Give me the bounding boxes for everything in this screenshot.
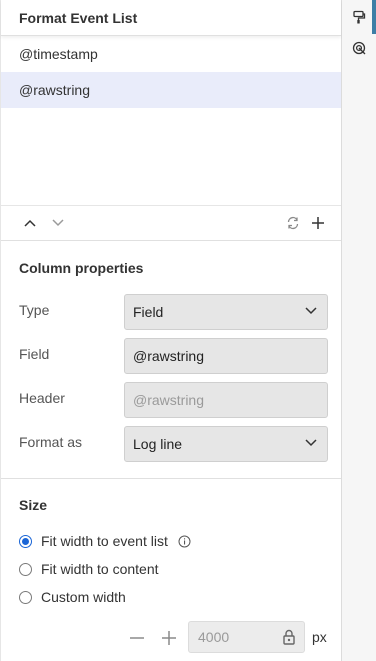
type-select[interactable]: Field xyxy=(124,294,328,330)
lock-icon[interactable] xyxy=(282,629,296,645)
radio-label: Custom width xyxy=(41,589,126,605)
radio-fit-content[interactable]: Fit width to content xyxy=(19,559,159,579)
plus-icon xyxy=(162,631,176,645)
custom-width-row: 4000 px xyxy=(1,621,341,655)
format-as-select[interactable]: Log line xyxy=(124,426,328,462)
right-icon-rail xyxy=(342,0,376,661)
radio-custom-width[interactable]: Custom width xyxy=(19,587,126,607)
field-input[interactable]: @rawstring xyxy=(124,338,328,374)
paint-format-icon xyxy=(353,10,366,24)
chevron-down-icon xyxy=(52,219,64,227)
custom-width-input[interactable]: 4000 xyxy=(188,621,305,653)
radio-fit-event-list[interactable]: Fit width to event list xyxy=(19,531,191,551)
format-as-select-value: Log line xyxy=(133,436,183,452)
decrease-width-button[interactable] xyxy=(128,629,146,647)
section-divider xyxy=(1,478,341,479)
move-up-button[interactable] xyxy=(21,214,39,232)
format-panel-tab[interactable] xyxy=(350,8,368,26)
radio-button[interactable] xyxy=(19,534,32,548)
size-title: Size xyxy=(19,497,48,513)
target-icon xyxy=(352,41,366,55)
format-as-label: Format as xyxy=(19,434,83,450)
info-icon[interactable] xyxy=(178,535,191,548)
list-item-rawstring[interactable]: @rawstring xyxy=(1,72,341,108)
minus-icon xyxy=(130,637,144,639)
column-list-toolbar xyxy=(1,205,341,241)
move-down-button[interactable] xyxy=(49,214,67,232)
radio-button[interactable] xyxy=(19,562,32,576)
header-input[interactable]: @rawstring xyxy=(124,382,328,418)
type-select-value: Field xyxy=(133,304,164,320)
list-item-timestamp[interactable]: @timestamp xyxy=(1,36,341,72)
type-label: Type xyxy=(19,302,50,318)
column-properties-title: Column properties xyxy=(19,260,144,276)
format-event-list-panel: Format Event List @timestamp @rawstring xyxy=(0,0,342,661)
radio-label: Fit width to event list xyxy=(41,533,168,549)
increase-width-button[interactable] xyxy=(160,629,178,647)
chevron-up-icon xyxy=(24,219,36,227)
refresh-icon xyxy=(287,216,299,230)
custom-width-value: 4000 xyxy=(198,629,230,645)
panel-title: Format Event List xyxy=(1,0,341,36)
target-panel-tab[interactable] xyxy=(350,39,368,57)
active-tab-indicator xyxy=(372,0,376,34)
radio-label: Fit width to content xyxy=(41,561,159,577)
add-column-button[interactable] xyxy=(309,214,327,232)
chevron-down-icon xyxy=(305,439,317,447)
width-unit-label: px xyxy=(312,629,327,645)
header-label: Header xyxy=(19,390,65,406)
chevron-down-icon xyxy=(305,307,317,315)
radio-button[interactable] xyxy=(19,590,32,604)
field-label: Field xyxy=(19,346,50,362)
reset-button[interactable] xyxy=(284,214,302,232)
plus-icon xyxy=(312,217,324,229)
